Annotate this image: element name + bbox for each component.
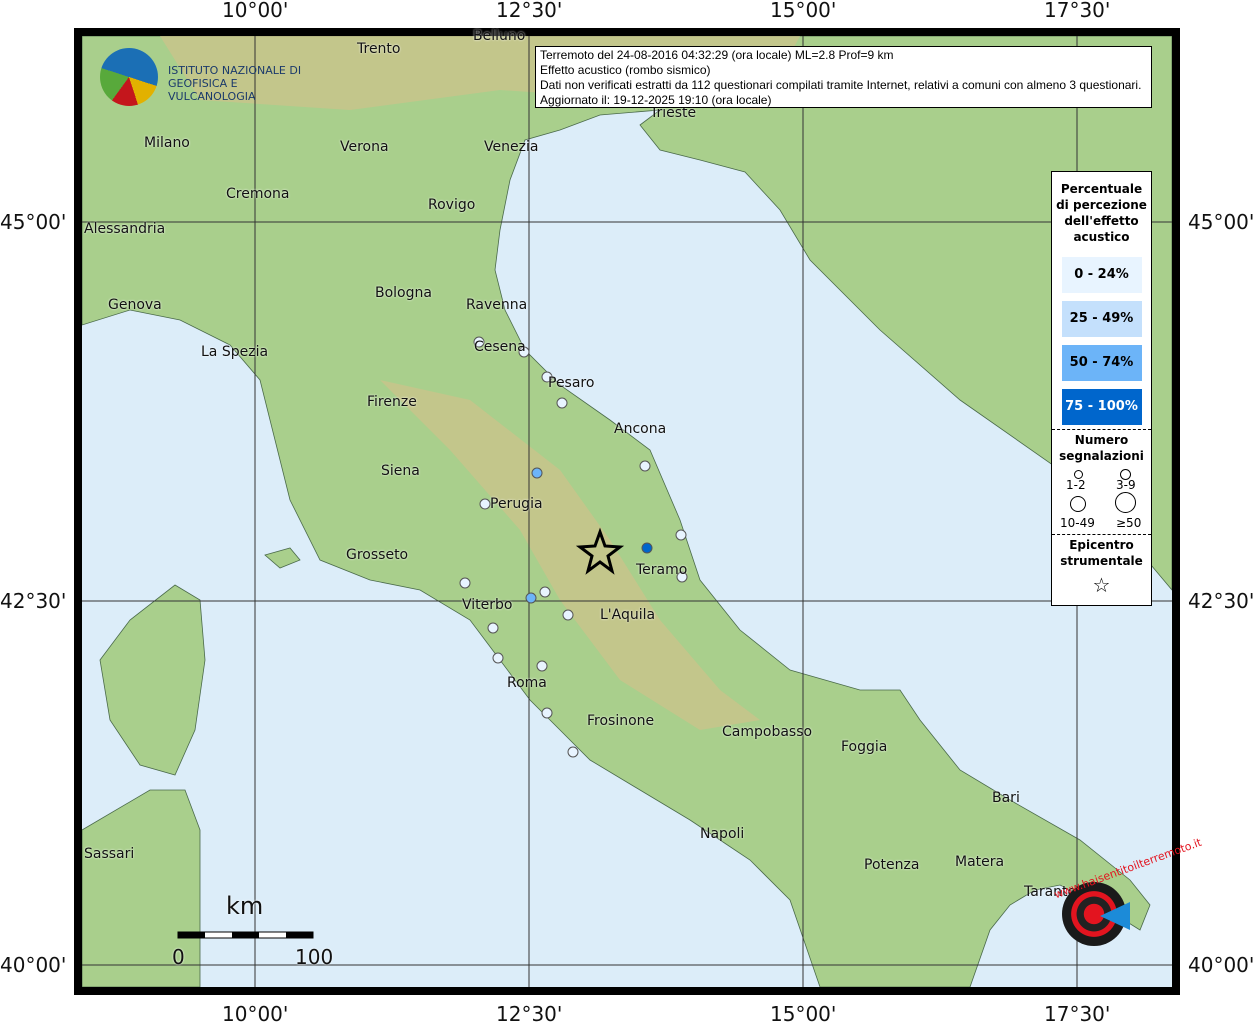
star-icon: ☆ bbox=[1092, 573, 1111, 597]
city-label: Sassari bbox=[84, 846, 135, 862]
circle-size-icon bbox=[1115, 492, 1136, 513]
city-label: Pesaro bbox=[548, 375, 595, 391]
lon-label-bottom: 15°00' bbox=[770, 1002, 837, 1026]
city-label: Perugia bbox=[490, 496, 543, 512]
ingv-logo-text: ISTITUTO NAZIONALE DI GEOFISICA E VULCAN… bbox=[168, 64, 302, 103]
city-label: Napoli bbox=[700, 826, 745, 842]
map-canvas[interactable] bbox=[82, 36, 1172, 987]
city-label: Trento bbox=[357, 41, 401, 57]
report-point[interactable] bbox=[525, 592, 537, 604]
lat-label-left: 45°00' bbox=[0, 210, 67, 234]
count-label: ≥50 bbox=[1116, 516, 1142, 530]
lon-label-top: 10°00' bbox=[222, 0, 289, 22]
event-info-line: Dati non verificati estratti da 112 ques… bbox=[540, 78, 1142, 92]
legend-title: Percentuale di percezione dell'effetto a… bbox=[1056, 182, 1147, 244]
count-label: 3-9 bbox=[1116, 478, 1136, 492]
scale-min: 0 bbox=[172, 945, 185, 969]
city-label: Cremona bbox=[226, 186, 290, 202]
report-point[interactable] bbox=[479, 498, 491, 510]
report-point[interactable] bbox=[531, 467, 543, 479]
lon-label-top: 17°30' bbox=[1044, 0, 1111, 22]
report-point[interactable] bbox=[641, 542, 653, 554]
lon-label-bottom: 12°30' bbox=[496, 1002, 563, 1026]
city-label: Campobasso bbox=[722, 724, 813, 740]
scale-max: 100 bbox=[295, 945, 334, 969]
event-info-line: Terremoto del 24-08-2016 04:32:29 (ora l… bbox=[540, 48, 894, 62]
city-label: Frosinone bbox=[587, 713, 655, 729]
city-label: Potenza bbox=[864, 857, 920, 873]
city-label: Foggia bbox=[841, 739, 888, 755]
city-label: L'Aquila bbox=[600, 607, 656, 623]
lon-label-top: 12°30' bbox=[496, 0, 563, 22]
report-point[interactable] bbox=[541, 707, 553, 719]
scale-bar bbox=[177, 931, 314, 939]
city-label: La Spezia bbox=[201, 344, 269, 360]
lon-label-bottom: 17°30' bbox=[1044, 1002, 1111, 1026]
legend-epicenter-title: Epicentro strumentale bbox=[1060, 538, 1143, 568]
event-info-line: Aggiornato il: 19-12-2025 19:10 (ora loc… bbox=[540, 93, 772, 107]
legend-class-0: 0 - 24% bbox=[1061, 257, 1142, 293]
land-corsica bbox=[99, 584, 206, 776]
land-elba bbox=[264, 547, 301, 569]
lat-label-right: 45°00' bbox=[1188, 210, 1254, 234]
report-point[interactable] bbox=[536, 660, 548, 672]
basemap bbox=[82, 36, 1172, 987]
count-label: 10-49 bbox=[1060, 516, 1095, 530]
report-point[interactable] bbox=[487, 622, 499, 634]
lon-label-top: 15°00' bbox=[770, 0, 837, 22]
city-label: Ravenna bbox=[466, 297, 528, 313]
city-label: Bologna bbox=[375, 285, 432, 301]
city-label: Matera bbox=[955, 854, 1005, 870]
city-label: Firenze bbox=[367, 394, 417, 410]
legend-class-2: 50 - 74% bbox=[1061, 345, 1142, 381]
city-label: Genova bbox=[108, 297, 162, 313]
lat-label-right: 40°00' bbox=[1188, 953, 1254, 977]
haisentito-logo: www.haisentitoilterremoto.it bbox=[1040, 836, 1203, 970]
city-label: Milano bbox=[144, 135, 190, 151]
event-info-line: Effetto acustico (rombo sismico) bbox=[540, 63, 711, 77]
report-point[interactable] bbox=[562, 609, 574, 621]
report-point[interactable] bbox=[567, 746, 579, 758]
city-label: Siena bbox=[381, 463, 420, 479]
report-point[interactable] bbox=[639, 460, 651, 472]
city-label: Belluno bbox=[473, 28, 526, 44]
city-label: Alessandria bbox=[84, 221, 166, 237]
lat-label-left: 42°30' bbox=[0, 589, 67, 613]
megaphone-icon bbox=[1100, 902, 1130, 930]
city-label: Viterbo bbox=[462, 597, 513, 613]
city-label: Venezia bbox=[484, 139, 539, 155]
legend-count-title: Numero segnalazioni bbox=[1059, 433, 1144, 463]
city-label: Roma bbox=[507, 675, 547, 691]
city-label: Teramo bbox=[636, 562, 688, 578]
report-point[interactable] bbox=[556, 397, 568, 409]
count-label: 1-2 bbox=[1066, 478, 1086, 492]
lon-label-bottom: 10°00' bbox=[222, 1002, 289, 1026]
report-point[interactable] bbox=[492, 652, 504, 664]
city-label: Ancona bbox=[614, 421, 667, 437]
city-label: Cesena bbox=[474, 339, 526, 355]
city-label: Grosseto bbox=[346, 547, 409, 563]
circle-size-icon bbox=[1070, 496, 1086, 512]
city-label: Bari bbox=[992, 790, 1020, 806]
report-point[interactable] bbox=[539, 586, 551, 598]
ingv-logo: ISTITUTO NAZIONALE DI GEOFISICA E VULCAN… bbox=[100, 48, 310, 108]
legend: Percentuale di percezione dell'effetto a… bbox=[1051, 171, 1152, 606]
land-mainland bbox=[82, 36, 1172, 987]
lat-label-right: 42°30' bbox=[1188, 589, 1254, 613]
city-label: Verona bbox=[340, 139, 389, 155]
report-point[interactable] bbox=[675, 529, 687, 541]
legend-class-1: 25 - 49% bbox=[1061, 301, 1142, 337]
event-info-box: Terremoto del 24-08-2016 04:32:29 (ora l… bbox=[535, 46, 1152, 108]
city-label: Rovigo bbox=[428, 197, 476, 213]
scale-unit: km bbox=[226, 892, 264, 920]
lat-label-left: 40°00' bbox=[0, 953, 67, 977]
report-point[interactable] bbox=[459, 577, 471, 589]
globe-icon bbox=[100, 48, 158, 106]
legend-class-3: 75 - 100% bbox=[1061, 389, 1142, 425]
